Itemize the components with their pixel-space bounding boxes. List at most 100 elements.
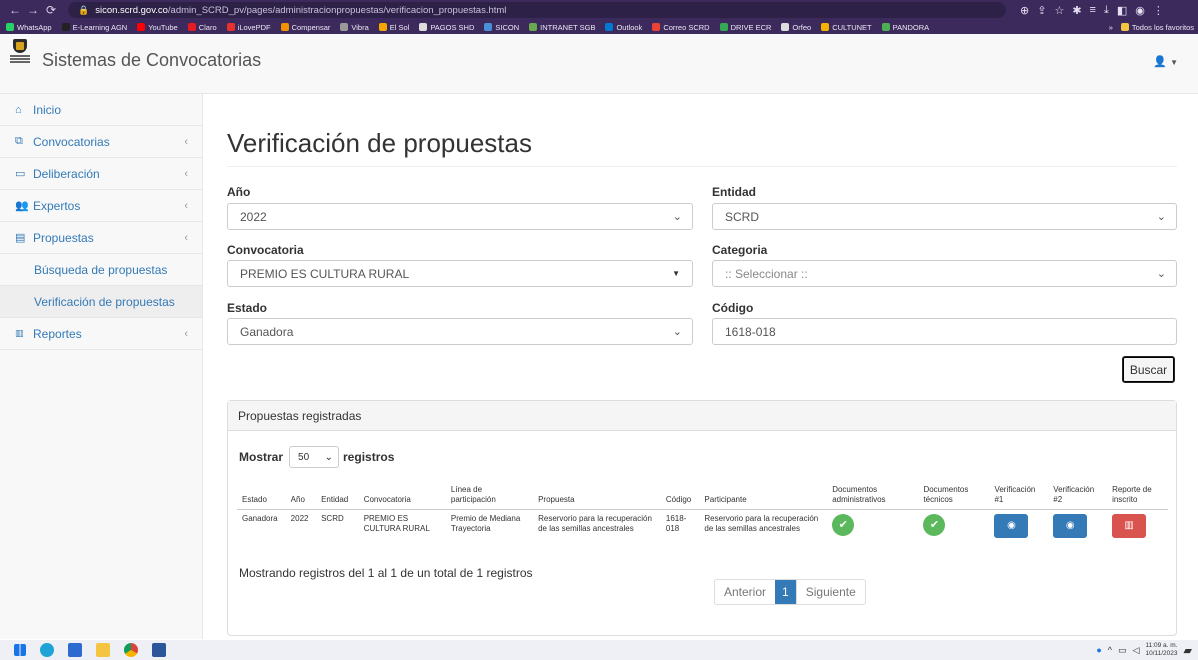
col-propuesta[interactable]: Propuesta [533, 469, 661, 510]
more-bookmarks-icon[interactable]: » [1109, 23, 1113, 32]
volume-icon[interactable]: ◁ [1133, 645, 1140, 656]
convocatoria-select[interactable]: PREMIO ES CULTURA RURAL ▼ [227, 260, 693, 287]
page-1-button[interactable]: 1 [775, 580, 796, 604]
sidebar-item-inicio[interactable]: ⌂ Inicio [0, 94, 202, 126]
windows-start-icon[interactable] [14, 644, 26, 656]
bookmark-item[interactable]: YouTube [137, 23, 178, 32]
page-length-select[interactable]: 50 ⌄ [289, 446, 340, 468]
bookmark-item[interactable]: Claro [187, 23, 217, 32]
bookmark-label: PAGOS SHD [430, 22, 475, 32]
sidebar-item-verificacion[interactable]: Verificación de propuestas [0, 286, 202, 318]
sidepanel-icon[interactable]: ◧ [1117, 4, 1127, 17]
explorer-icon[interactable] [96, 643, 110, 657]
chevron-down-icon: ⌄ [324, 451, 334, 463]
bookmark-item[interactable]: Correo SCRD [652, 23, 710, 32]
bookmark-label: E-Learning AGN [72, 22, 128, 32]
sidebar-item-propuestas[interactable]: ▤ Propuestas ‹ [0, 222, 202, 254]
col-codigo[interactable]: Código [660, 469, 700, 510]
share-icon[interactable]: ⇪ [1037, 4, 1046, 17]
col-linea[interactable]: Línea de participación [445, 469, 534, 510]
next-page-button[interactable]: Siguiente [795, 580, 865, 604]
anio-select[interactable]: 2022 ⌄ [227, 203, 693, 230]
address-bar[interactable]: 🔒 sicon.scrd.gov.co/admin_SCRD_pv/pages/… [68, 2, 1006, 18]
convocatoria-label: Convocatoria [227, 243, 304, 257]
reporte-button[interactable]: ▥ [1112, 513, 1147, 538]
cell-propuesta: Reservorio para la recuperación de las s… [538, 513, 652, 533]
col-participante[interactable]: Participante [699, 469, 828, 510]
notifications-icon[interactable]: ▰ [1184, 644, 1192, 657]
col-verificacion-1[interactable]: Verificación #1 [989, 469, 1049, 510]
word-icon[interactable] [152, 643, 166, 657]
app-title[interactable]: Sistemas de Convocatorias [42, 50, 261, 71]
extensions-icon[interactable]: ✱ [1072, 4, 1081, 17]
col-doc-tecnicos[interactable]: Documentos técnicos [918, 469, 990, 510]
profile-icon[interactable]: ◉ [1135, 4, 1145, 17]
home-icon: ⌂ [15, 103, 22, 116]
entidad-select[interactable]: SCRD ⌄ [712, 203, 1177, 230]
all-bookmarks-link[interactable]: Todos los favoritos [1132, 23, 1194, 32]
bookmark-item[interactable]: E-Learning AGN [61, 22, 128, 32]
clock[interactable]: 11:09 a. m. 10/11/2023 [1145, 642, 1177, 658]
cell-doc-admin: ✔ [827, 509, 918, 553]
check-icon[interactable]: ✔ [923, 513, 946, 536]
col-reporte[interactable]: Reporte de inscrito [1107, 469, 1168, 510]
chevron-left-icon: ‹ [184, 135, 188, 148]
store-icon[interactable] [68, 643, 82, 657]
sidebar-item-label: Deliberación [33, 166, 100, 181]
convocatoria-value: PREMIO ES CULTURA RURAL [240, 266, 410, 281]
bookmark-item[interactable]: DRIVE ECR [719, 23, 771, 32]
bookmark-item[interactable]: Vibra [340, 23, 369, 32]
prev-page-button[interactable]: Anterior [715, 580, 775, 604]
bookmark-item[interactable]: El Sol [378, 23, 409, 32]
bookmarks-bar: WhatsApp E-Learning AGN YouTube Claro iLoveP… [0, 20, 1198, 34]
url-path: /admin_SCRD_pv/pages/administracionpropu… [167, 4, 507, 16]
reload-icon[interactable]: ⟳ [42, 3, 60, 17]
col-convocatoria[interactable]: Convocatoria [358, 469, 446, 510]
back-icon[interactable]: ← [6, 3, 24, 17]
bookmark-star-icon[interactable]: ☆ [1054, 4, 1064, 17]
check-icon[interactable]: ✔ [832, 513, 855, 536]
page-length-value: 50 [298, 451, 310, 463]
reading-list-icon[interactable]: ≡ [1090, 4, 1096, 17]
sidebar-item-expertos[interactable]: 👥 Expertos ‹ [0, 190, 202, 222]
codigo-input[interactable]: 1618-018 [712, 318, 1177, 345]
forward-icon[interactable]: → [24, 3, 42, 17]
col-entidad[interactable]: Entidad [316, 469, 359, 510]
col-doc-admin[interactable]: Documentos administrativos [827, 469, 919, 510]
download-icon[interactable]: ⤓ [1104, 4, 1109, 17]
col-estado[interactable]: Estado [237, 469, 286, 510]
categoria-select[interactable]: :: Seleccionar :: ⌄ [712, 260, 1177, 287]
help-icon[interactable]: ● [1096, 645, 1101, 655]
bookmark-item[interactable]: INTRANET SGB [529, 23, 595, 32]
sidebar-item-convocatorias[interactable]: ⧉ Convocatorias ‹ [0, 126, 202, 158]
alcaldia-logo[interactable] [9, 36, 31, 66]
verificacion-1-button[interactable]: ◉ [994, 513, 1029, 538]
bookmark-item[interactable]: Orfeo [781, 23, 811, 32]
bookmark-item[interactable]: iLovePDF [226, 23, 271, 32]
user-menu[interactable]: 👤 ▼ [1153, 55, 1178, 68]
bookmark-item[interactable]: Compensar [280, 22, 331, 32]
menu-icon[interactable]: ⋮ [1153, 4, 1164, 17]
estado-select[interactable]: Ganadora ⌄ [227, 318, 693, 345]
search-button[interactable]: Buscar [1122, 356, 1175, 383]
verificacion-2-button[interactable]: ◉ [1053, 513, 1088, 538]
chrome-icon[interactable] [124, 643, 138, 657]
chevron-up-icon[interactable]: ^ [1108, 645, 1112, 655]
sidebar-item-deliberacion[interactable]: ▭ Deliberación ‹ [0, 158, 202, 190]
bookmark-item[interactable]: PANDORA [881, 23, 929, 32]
bookmark-item[interactable]: WhatsApp [6, 23, 52, 32]
col-anio[interactable]: Año [285, 469, 317, 510]
col-verificacion-2[interactable]: Verificación #2 [1048, 469, 1108, 510]
edge-icon[interactable] [40, 643, 54, 657]
bookmark-label: Compensar [291, 22, 331, 32]
bookmarks-overflow[interactable]: » Todos los favoritos [1109, 20, 1194, 34]
eye-icon: ◉ [1065, 519, 1075, 531]
zoom-icon[interactable]: ⊕ [1020, 4, 1029, 17]
bookmark-item[interactable]: CULTUNET [821, 23, 872, 32]
network-icon[interactable]: ▭ [1118, 645, 1127, 656]
bookmark-item[interactable]: SICON [484, 23, 519, 32]
bookmark-item[interactable]: PAGOS SHD [419, 23, 474, 32]
bookmark-item[interactable]: Outlook [605, 23, 642, 32]
sidebar-item-reportes[interactable]: ▥ Reportes ‹ [0, 318, 202, 350]
sidebar-item-busqueda[interactable]: Búsqueda de propuestas [0, 254, 202, 286]
